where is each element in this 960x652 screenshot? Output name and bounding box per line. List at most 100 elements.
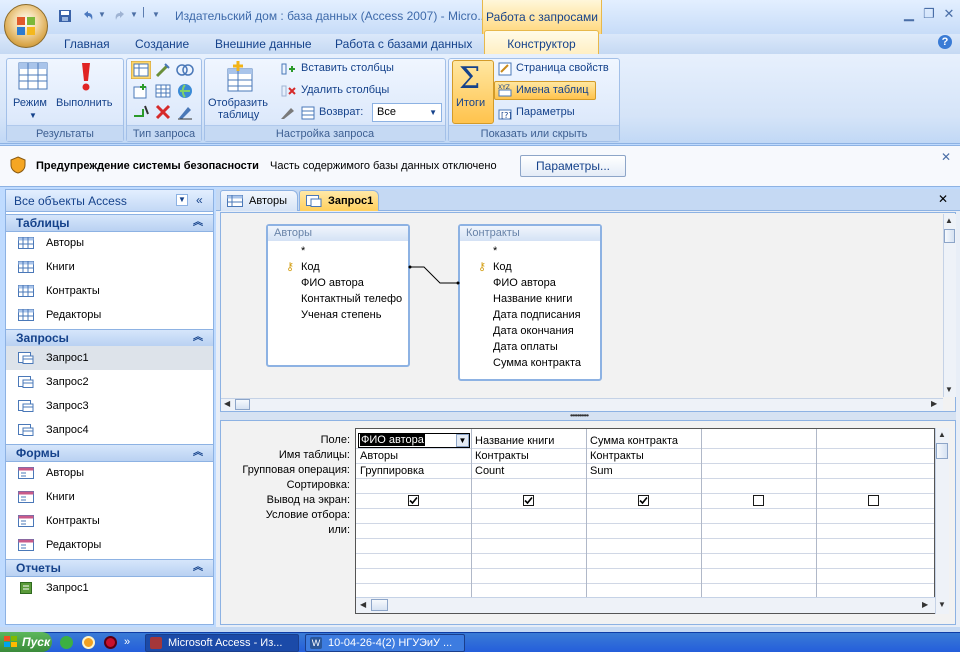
nav-item-table-books[interactable]: Книги (6, 255, 213, 279)
delete-columns-button[interactable]: Удалить столбцы (301, 84, 389, 96)
help-icon[interactable]: ? (938, 35, 952, 49)
field-item[interactable]: Дата подписания (493, 309, 581, 321)
insert-columns-icon[interactable] (280, 62, 296, 76)
field-item[interactable]: * (301, 245, 305, 257)
quicklaunch-icon-3[interactable] (104, 636, 117, 649)
parameters-icon[interactable]: [?] (498, 106, 512, 120)
tab-create[interactable]: Создание (135, 36, 189, 54)
field-item[interactable]: Дата оплаты (493, 341, 558, 353)
grid-vscroll-thumb[interactable] (936, 443, 948, 459)
start-button[interactable]: Пуск (0, 632, 52, 652)
doc-tab-query1[interactable]: Запрос1 (299, 190, 379, 211)
grid-cell-table[interactable]: Контракты (590, 450, 644, 462)
make-table-query-icon[interactable] (155, 62, 171, 78)
scroll-up-icon[interactable]: ▲ (938, 430, 946, 439)
grid-cell-field[interactable]: ФИО автора (360, 434, 425, 446)
nav-item-table-editors[interactable]: Редакторы (6, 303, 213, 327)
redo-icon[interactable] (112, 8, 128, 24)
datasheet-view-icon[interactable] (18, 62, 48, 90)
grid-cell-total[interactable]: Группировка (360, 465, 424, 477)
show-table-label-1[interactable]: Отобразить (208, 97, 268, 109)
nav-section-reports[interactable]: Отчеты ︽ (6, 559, 213, 577)
upper-vscroll-thumb[interactable] (944, 229, 955, 243)
scroll-down-icon[interactable]: ▼ (945, 385, 953, 394)
doc-tab-authors[interactable]: Авторы (220, 190, 298, 211)
customize-qat-icon[interactable]: ▼ (152, 10, 160, 19)
grid-cell-total[interactable]: Sum (590, 465, 613, 477)
tab-external-data[interactable]: Внешние данные (215, 36, 312, 54)
show-checkbox[interactable] (868, 495, 879, 506)
collapse-section-icon[interactable]: ︽ (193, 560, 203, 576)
show-checkbox[interactable] (408, 495, 419, 506)
field-dropdown-icon[interactable]: ▼ (456, 434, 469, 447)
delete-query-icon[interactable] (155, 104, 171, 120)
field-item[interactable]: * (493, 245, 497, 257)
minimize-icon[interactable]: ▁ (900, 6, 918, 22)
show-checkbox[interactable] (753, 495, 764, 506)
update-query-icon[interactable] (133, 104, 149, 120)
nav-item-report-query-1[interactable]: Запрос1 (6, 576, 213, 600)
pass-through-query-icon[interactable] (177, 83, 193, 99)
data-definition-query-icon[interactable] (177, 104, 193, 120)
collapse-section-icon[interactable]: ︽ (193, 330, 203, 346)
grid-cell-total[interactable]: Count (475, 465, 504, 477)
quicklaunch-icon-1[interactable] (60, 636, 73, 649)
nav-item-table-contracts[interactable]: Контракты (6, 279, 213, 303)
scroll-left-icon[interactable]: ◀ (360, 600, 366, 609)
nav-item-query-2[interactable]: Запрос2 (6, 370, 213, 394)
mode-button[interactable]: Режим (13, 97, 47, 109)
append-query-icon[interactable] (133, 83, 149, 99)
nav-section-tables[interactable]: Таблицы ︽ (6, 214, 213, 232)
builder-icon[interactable] (280, 106, 296, 120)
union-query-icon[interactable] (176, 62, 194, 78)
show-checkbox[interactable] (523, 495, 534, 506)
property-sheet-icon[interactable] (498, 62, 512, 76)
field-item[interactable]: Контактный телефо (301, 293, 407, 305)
nav-item-form-editors[interactable]: Редакторы (6, 533, 213, 557)
parameters-button[interactable]: Параметры (516, 106, 575, 118)
nav-item-form-authors[interactable]: Авторы (6, 461, 213, 485)
undo-icon[interactable] (80, 8, 96, 24)
field-item[interactable]: Название книги (493, 293, 572, 305)
nav-section-queries[interactable]: Запросы ︽ (6, 329, 213, 347)
task-access[interactable]: Microsoft Access - Из... (145, 634, 299, 652)
nav-item-query-4[interactable]: Запрос4 (6, 418, 213, 442)
grid-hscrollbar[interactable] (356, 597, 935, 613)
security-options-button[interactable]: Параметры... (520, 155, 626, 177)
grid-cell-table[interactable]: Авторы (360, 450, 398, 462)
field-item[interactable]: Код (493, 261, 512, 273)
nav-section-forms[interactable]: Формы ︽ (6, 444, 213, 462)
nav-item-form-contracts[interactable]: Контракты (6, 509, 213, 533)
totals-button[interactable]: Σ Итоги (452, 60, 494, 124)
save-icon[interactable] (57, 8, 73, 24)
field-item[interactable]: Код (301, 261, 320, 273)
close-document-icon[interactable]: ✕ (938, 192, 948, 206)
restore-icon[interactable]: ❐ (920, 6, 938, 22)
collapse-section-icon[interactable]: ︽ (193, 215, 203, 231)
nav-item-query-1[interactable]: Запрос1 (6, 346, 213, 370)
field-item[interactable]: Ученая степень (301, 309, 381, 321)
grid-cell-field[interactable]: Сумма контракта (590, 435, 678, 447)
nav-menu-dropdown-icon[interactable]: ▼ (176, 194, 188, 206)
scroll-right-icon[interactable]: ▶ (931, 399, 937, 408)
tab-design[interactable]: Конструктор (484, 30, 599, 56)
close-icon[interactable]: ✕ (940, 6, 958, 22)
field-item[interactable]: Сумма контракта (493, 357, 581, 369)
run-icon[interactable] (79, 62, 93, 92)
close-security-bar-icon[interactable]: ✕ (941, 150, 951, 164)
field-item[interactable]: Дата окончания (493, 325, 574, 337)
scroll-up-icon[interactable]: ▲ (945, 216, 953, 225)
grid-cell-field[interactable]: Название книги (475, 435, 554, 447)
show-checkbox[interactable] (638, 495, 649, 506)
delete-columns-icon[interactable] (280, 84, 296, 98)
select-query-icon[interactable] (131, 61, 151, 79)
task-word[interactable]: W 10-04-26-4(2) НГУЭиУ ... (305, 634, 465, 652)
upper-hscrollbar[interactable] (221, 398, 943, 411)
show-table-label-2[interactable]: таблицу (218, 109, 259, 121)
scroll-right-icon[interactable]: ▶ (922, 600, 928, 609)
grid-cell-table[interactable]: Контракты (475, 450, 529, 462)
collapse-section-icon[interactable]: ︽ (193, 445, 203, 461)
splitter-grip-icon[interactable]: •••••••••• (570, 411, 589, 420)
tab-database-tools[interactable]: Работа с базами данных (335, 36, 472, 54)
return-select[interactable]: Все ▼ (372, 103, 442, 122)
